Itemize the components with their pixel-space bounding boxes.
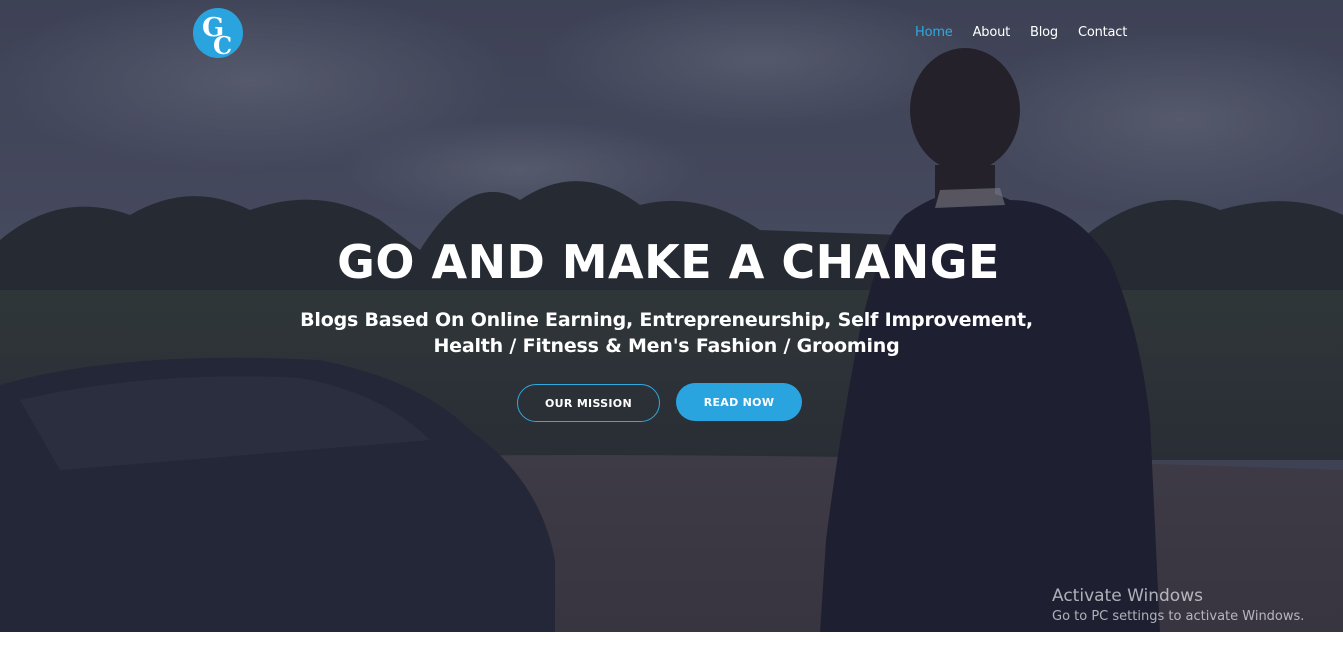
hero-subtitle-line-2: Health / Fitness & Men's Fashion / Groom… bbox=[433, 335, 900, 357]
main-nav: Home About Blog Contact bbox=[905, 24, 1137, 42]
our-mission-button[interactable]: OUR MISSION bbox=[517, 384, 660, 422]
hero-subtitle-line-1: Blogs Based On Online Earning, Entrepren… bbox=[300, 309, 1033, 331]
nav-contact-link[interactable]: Contact bbox=[1068, 24, 1137, 42]
hero-subtitle: Blogs Based On Online Earning, Entrepren… bbox=[0, 307, 1343, 359]
nav-about-link[interactable]: About bbox=[963, 24, 1020, 42]
watermark-title: Activate Windows bbox=[1052, 586, 1203, 606]
svg-text:C: C bbox=[213, 31, 232, 58]
gc-logo-icon[interactable]: G C bbox=[193, 8, 243, 58]
hero-title: GO AND MAKE A CHANGE bbox=[337, 235, 1000, 289]
nav-home-link[interactable]: Home bbox=[905, 24, 963, 42]
watermark-subtitle: Go to PC settings to activate Windows. bbox=[1052, 609, 1305, 624]
nav-blog-link[interactable]: Blog bbox=[1020, 24, 1068, 42]
activate-windows-watermark: Activate Windows Go to PC settings to ac… bbox=[1052, 585, 1304, 627]
hero-section: G C Home About Blog Contact GO AND MAKE … bbox=[0, 0, 1343, 632]
read-now-button[interactable]: READ NOW bbox=[676, 383, 802, 421]
